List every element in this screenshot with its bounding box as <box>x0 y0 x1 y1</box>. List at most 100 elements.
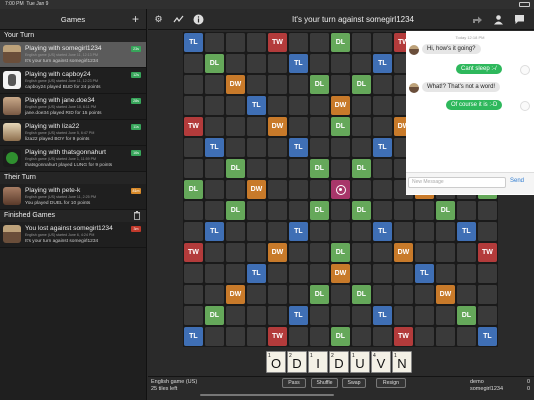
share-icon[interactable] <box>472 14 483 25</box>
board-square[interactable] <box>351 221 372 242</box>
board-square[interactable] <box>414 221 435 242</box>
rack-tile[interactable]: 1U <box>350 351 370 373</box>
board-square[interactable] <box>288 116 309 137</box>
board-square[interactable] <box>435 305 456 326</box>
board-square[interactable] <box>309 242 330 263</box>
board-square[interactable] <box>267 95 288 116</box>
board-square[interactable] <box>204 200 225 221</box>
new-game-button[interactable]: + <box>132 12 139 26</box>
board-square[interactable] <box>204 326 225 347</box>
board-square[interactable] <box>183 53 204 74</box>
bonus-square-dw[interactable]: DW <box>330 263 351 284</box>
board-square[interactable] <box>267 284 288 305</box>
rack-tile[interactable]: 1I <box>308 351 328 373</box>
bonus-square-tl[interactable]: TL <box>456 221 477 242</box>
board-square[interactable] <box>288 242 309 263</box>
board-square[interactable] <box>183 158 204 179</box>
shuffle-button[interactable]: Shuffle <box>311 378 338 388</box>
board-square[interactable] <box>351 137 372 158</box>
board-square[interactable] <box>372 284 393 305</box>
board-square[interactable] <box>267 137 288 158</box>
bonus-square-dw[interactable]: DW <box>435 284 456 305</box>
bonus-square-dl[interactable]: DL <box>435 200 456 221</box>
bonus-square-tw[interactable]: TW <box>267 326 288 347</box>
board-square[interactable] <box>435 221 456 242</box>
board-square[interactable] <box>309 32 330 53</box>
board-square[interactable] <box>309 263 330 284</box>
bonus-square-dl[interactable]: DL <box>309 158 330 179</box>
bonus-square-dw[interactable]: DW <box>393 242 414 263</box>
game-item-jane-doe34[interactable]: Playing with jane.doe34 English game (US… <box>0 94 146 120</box>
bonus-square-tw[interactable]: TW <box>183 116 204 137</box>
board-square[interactable] <box>477 263 498 284</box>
board-square[interactable] <box>414 284 435 305</box>
board-square[interactable] <box>372 116 393 137</box>
rack-tile[interactable]: 2D <box>287 351 307 373</box>
board-square[interactable] <box>267 158 288 179</box>
bonus-square-dl[interactable]: DL <box>309 284 330 305</box>
bonus-square-tw[interactable]: TW <box>267 32 288 53</box>
board-square[interactable] <box>456 326 477 347</box>
bonus-square-tl[interactable]: TL <box>288 305 309 326</box>
board-square[interactable] <box>225 137 246 158</box>
board-square[interactable] <box>267 200 288 221</box>
board-square[interactable] <box>309 221 330 242</box>
bonus-square-tl[interactable]: TL <box>372 53 393 74</box>
board-square[interactable] <box>267 74 288 95</box>
board-square[interactable] <box>225 32 246 53</box>
board-square[interactable] <box>309 326 330 347</box>
bonus-square-dl[interactable]: DL <box>225 158 246 179</box>
bonus-square-tl[interactable]: TL <box>183 32 204 53</box>
bonus-square-tl[interactable]: TL <box>204 221 225 242</box>
bonus-square-dl[interactable]: DL <box>330 242 351 263</box>
game-item-thatsgonnahurt[interactable]: Playing with thatsgonnahurt English game… <box>0 146 146 172</box>
board-square[interactable] <box>288 326 309 347</box>
board-square[interactable] <box>414 305 435 326</box>
board-square[interactable] <box>246 242 267 263</box>
board-square[interactable] <box>351 179 372 200</box>
board-square[interactable] <box>372 32 393 53</box>
resign-button[interactable]: Resign <box>376 378 406 388</box>
bonus-square-dl[interactable]: DL <box>351 74 372 95</box>
board-square[interactable] <box>372 179 393 200</box>
board-square[interactable] <box>477 305 498 326</box>
board-square[interactable] <box>225 95 246 116</box>
game-item-somegirl1234[interactable]: Playing with somegirl1234 English game (… <box>0 42 146 68</box>
board-square[interactable] <box>372 326 393 347</box>
board-square[interactable] <box>351 305 372 326</box>
board-square[interactable] <box>204 179 225 200</box>
chat-icon[interactable] <box>514 14 525 25</box>
board-square[interactable] <box>351 242 372 263</box>
board-square[interactable] <box>309 116 330 137</box>
board-square[interactable] <box>288 74 309 95</box>
board-square[interactable] <box>183 305 204 326</box>
board-square[interactable] <box>351 95 372 116</box>
board-square[interactable] <box>435 242 456 263</box>
bonus-square-dw[interactable]: DW <box>267 116 288 137</box>
bonus-square-dl[interactable]: DL <box>225 200 246 221</box>
game-item-pete-k[interactable]: Playing with pete-k English game (US) st… <box>0 184 146 210</box>
board-square[interactable] <box>414 242 435 263</box>
board-square[interactable] <box>393 221 414 242</box>
board-square[interactable] <box>309 305 330 326</box>
board-square[interactable] <box>477 221 498 242</box>
board-square[interactable] <box>246 116 267 137</box>
board-square[interactable] <box>288 158 309 179</box>
bonus-square-tl[interactable]: TL <box>246 95 267 116</box>
bonus-square-tl[interactable]: TL <box>477 326 498 347</box>
bonus-square-dl[interactable]: DL <box>351 158 372 179</box>
bonus-square-dl[interactable]: DL <box>351 284 372 305</box>
chat-message-input[interactable]: New Message <box>408 177 506 188</box>
bonus-square-dw[interactable]: DW <box>225 284 246 305</box>
bonus-square-tl[interactable]: TL <box>288 53 309 74</box>
board-square[interactable] <box>204 158 225 179</box>
center-star-square[interactable] <box>330 179 351 200</box>
bonus-square-tl[interactable]: TL <box>414 263 435 284</box>
board-square[interactable] <box>246 137 267 158</box>
chat-send-button[interactable]: Send <box>510 178 524 184</box>
info-icon[interactable] <box>193 14 204 25</box>
trash-icon[interactable] <box>134 211 140 220</box>
board-square[interactable] <box>225 221 246 242</box>
bonus-square-tl[interactable]: TL <box>372 221 393 242</box>
board-square[interactable] <box>225 305 246 326</box>
